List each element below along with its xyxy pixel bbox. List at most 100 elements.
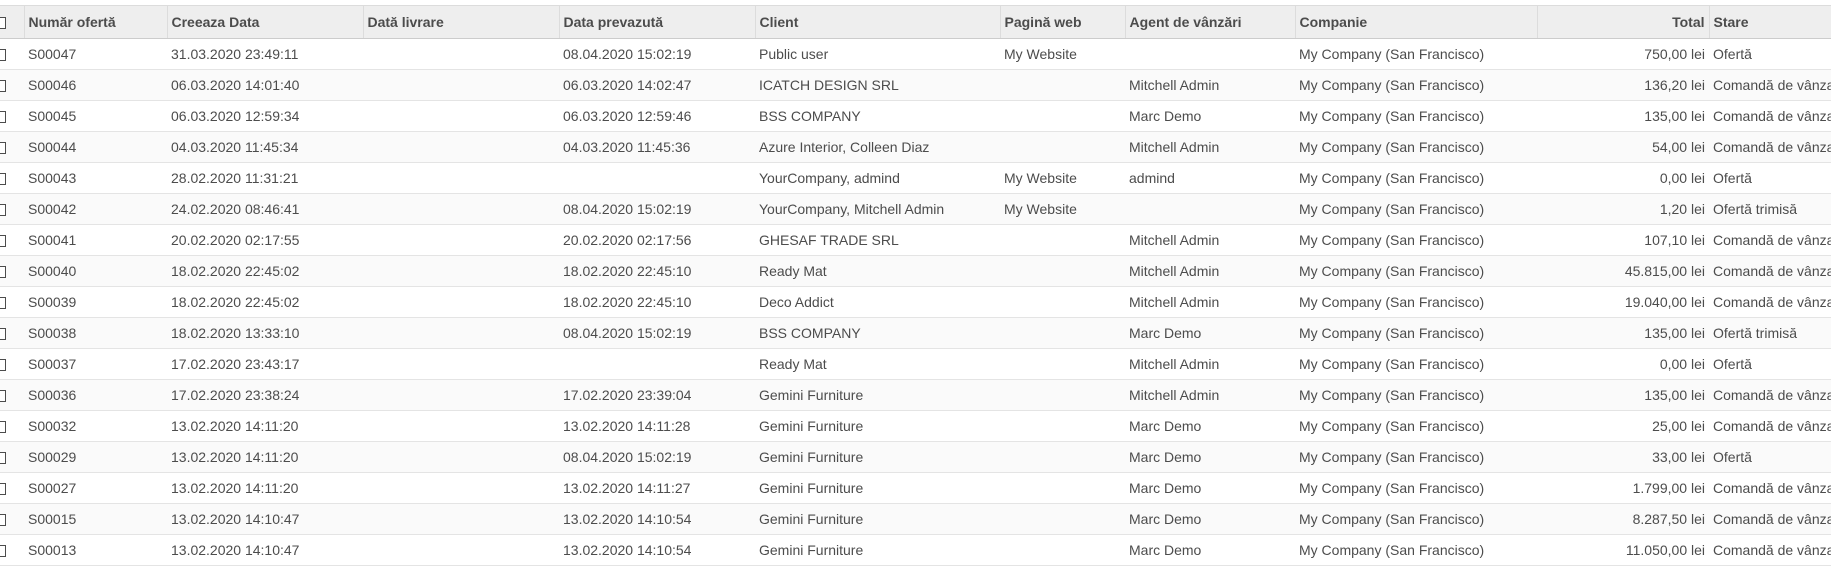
company-cell[interactable]: My Company (San Francisco) [1295,504,1537,535]
created-date-cell[interactable]: 13.02.2020 14:10:47 [167,504,363,535]
expected-date-cell[interactable]: 08.04.2020 15:02:19 [559,39,755,70]
table-row[interactable]: S00027 13.02.2020 14:11:20 13.02.2020 14:1… [0,472,1831,504]
created-date-cell[interactable]: 13.02.2020 14:11:20 [167,411,363,442]
delivery-date-cell[interactable] [363,132,559,163]
sales-agent-cell[interactable]: Mitchell Admin [1125,256,1295,287]
total-cell[interactable]: 750,00 lei [1537,39,1709,70]
table-row[interactable]: S00041 20.02.2020 02:17:55 20.02.2020 02:1… [0,224,1831,256]
table-row[interactable]: S00038 18.02.2020 13:33:10 08.04.2020 15:0… [0,317,1831,349]
state-cell[interactable]: Comandă de vânzare [1709,535,1831,566]
total-cell[interactable]: 11.050,00 lei [1537,535,1709,566]
table-row[interactable]: S00046 06.03.2020 14:01:40 06.03.2020 14:0… [0,69,1831,101]
client-cell[interactable]: ICATCH DESIGN SRL [755,70,1000,101]
row-checkbox[interactable] [0,545,6,558]
column-header-client[interactable]: Client [754,5,1000,39]
sales-agent-cell[interactable]: Mitchell Admin [1125,132,1295,163]
website-cell[interactable] [1000,380,1125,411]
sales-agent-cell[interactable]: Mitchell Admin [1125,287,1295,318]
table-row[interactable]: S00045 06.03.2020 12:59:34 06.03.2020 12:5… [0,100,1831,132]
row-select-cell[interactable] [0,163,24,194]
table-row[interactable]: S00042 24.02.2020 08:46:41 08.04.2020 15:0… [0,193,1831,225]
expected-date-cell[interactable]: 08.04.2020 15:02:19 [559,318,755,349]
row-select-cell[interactable] [0,318,24,349]
sales-agent-cell[interactable]: Marc Demo [1125,318,1295,349]
column-header-website[interactable]: Pagină web [999,5,1125,39]
company-cell[interactable]: My Company (San Francisco) [1295,411,1537,442]
table-row[interactable]: S00037 17.02.2020 23:43:17 Ready Mat Mitche… [0,348,1831,380]
order-number-cell[interactable]: S00032 [24,411,167,442]
order-number-cell[interactable]: S00038 [24,318,167,349]
company-cell[interactable]: My Company (San Francisco) [1295,101,1537,132]
order-number-cell[interactable]: S00045 [24,101,167,132]
company-cell[interactable]: My Company (San Francisco) [1295,39,1537,70]
delivery-date-cell[interactable] [363,287,559,318]
row-checkbox[interactable] [0,390,6,403]
expected-date-cell[interactable]: 06.03.2020 14:02:47 [559,70,755,101]
website-cell[interactable] [1000,256,1125,287]
client-cell[interactable]: BSS COMPANY [755,318,1000,349]
row-checkbox[interactable] [0,483,6,496]
state-cell[interactable]: Comandă de vânzare [1709,101,1831,132]
sales-agent-cell[interactable]: Mitchell Admin [1125,70,1295,101]
expected-date-cell[interactable]: 06.03.2020 12:59:46 [559,101,755,132]
created-date-cell[interactable]: 13.02.2020 14:11:20 [167,442,363,473]
client-cell[interactable]: YourCompany, Mitchell Admin [755,194,1000,225]
delivery-date-cell[interactable] [363,535,559,566]
company-cell[interactable]: My Company (San Francisco) [1295,349,1537,380]
total-cell[interactable]: 33,00 lei [1537,442,1709,473]
row-select-cell[interactable] [0,256,24,287]
order-number-cell[interactable]: S00039 [24,287,167,318]
order-number-cell[interactable]: S00044 [24,132,167,163]
state-cell[interactable]: Comandă de vânzare [1709,411,1831,442]
total-cell[interactable]: 8.287,50 lei [1537,504,1709,535]
row-select-cell[interactable] [0,442,24,473]
expected-date-cell[interactable] [559,163,755,194]
company-cell[interactable]: My Company (San Francisco) [1295,287,1537,318]
order-number-cell[interactable]: S00029 [24,442,167,473]
company-cell[interactable]: My Company (San Francisco) [1295,535,1537,566]
created-date-cell[interactable]: 04.03.2020 11:45:34 [167,132,363,163]
row-select-cell[interactable] [0,39,24,70]
state-cell[interactable]: Comandă de vânzare [1709,473,1831,504]
select-all-cell[interactable] [0,5,24,39]
row-select-cell[interactable] [0,70,24,101]
expected-date-cell[interactable]: 20.02.2020 02:17:56 [559,225,755,256]
row-select-cell[interactable] [0,225,24,256]
state-cell[interactable]: Comandă de vânzare [1709,256,1831,287]
delivery-date-cell[interactable] [363,194,559,225]
sales-agent-cell[interactable] [1125,194,1295,225]
website-cell[interactable] [1000,535,1125,566]
company-cell[interactable]: My Company (San Francisco) [1295,132,1537,163]
total-cell[interactable]: 0,00 lei [1537,349,1709,380]
expected-date-cell[interactable]: 13.02.2020 14:10:54 [559,535,755,566]
created-date-cell[interactable]: 17.02.2020 23:43:17 [167,349,363,380]
sales-agent-cell[interactable]: Marc Demo [1125,101,1295,132]
column-header-agent[interactable]: Agent de vânzări [1124,5,1295,39]
delivery-date-cell[interactable] [363,318,559,349]
created-date-cell[interactable]: 13.02.2020 14:10:47 [167,535,363,566]
expected-date-cell[interactable]: 08.04.2020 15:02:19 [559,442,755,473]
row-checkbox[interactable] [0,266,6,279]
created-date-cell[interactable]: 06.03.2020 12:59:34 [167,101,363,132]
delivery-date-cell[interactable] [363,225,559,256]
order-number-cell[interactable]: S00040 [24,256,167,287]
table-row[interactable]: S00043 28.02.2020 11:31:21 YourCompany, ad… [0,162,1831,194]
created-date-cell[interactable]: 24.02.2020 08:46:41 [167,194,363,225]
table-row[interactable]: S00036 17.02.2020 23:38:24 17.02.2020 23:3… [0,379,1831,411]
state-cell[interactable]: Comandă de vânzare [1709,380,1831,411]
sales-agent-cell[interactable]: Marc Demo [1125,411,1295,442]
expected-date-cell[interactable]: 13.02.2020 14:11:28 [559,411,755,442]
delivery-date-cell[interactable] [363,101,559,132]
sales-agent-cell[interactable]: Marc Demo [1125,473,1295,504]
delivery-date-cell[interactable] [363,349,559,380]
created-date-cell[interactable]: 18.02.2020 22:45:02 [167,256,363,287]
website-cell[interactable]: My Website [1000,39,1125,70]
row-select-cell[interactable] [0,194,24,225]
order-number-cell[interactable]: S00042 [24,194,167,225]
table-row[interactable]: S00029 13.02.2020 14:11:20 08.04.2020 15:0… [0,441,1831,473]
order-number-cell[interactable]: S00015 [24,504,167,535]
expected-date-cell[interactable]: 18.02.2020 22:45:10 [559,256,755,287]
expected-date-cell[interactable]: 13.02.2020 14:10:54 [559,504,755,535]
created-date-cell[interactable]: 28.02.2020 11:31:21 [167,163,363,194]
delivery-date-cell[interactable] [363,473,559,504]
